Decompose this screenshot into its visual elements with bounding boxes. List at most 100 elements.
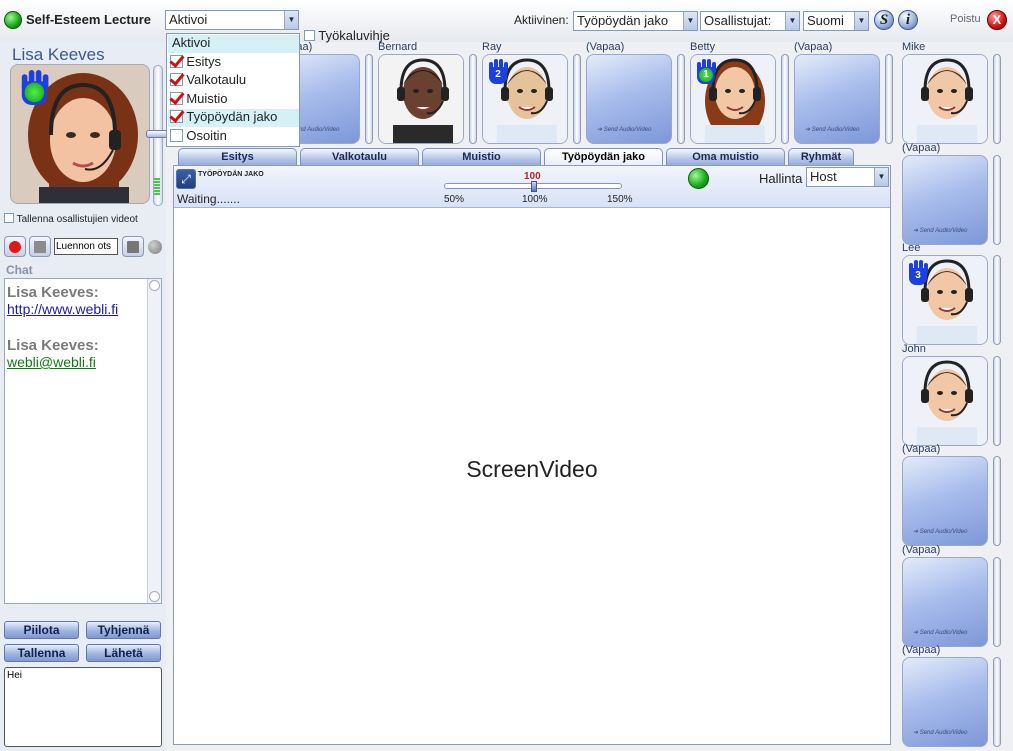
empty-video-slot[interactable]: ➔ Send Audio/Video bbox=[902, 657, 988, 747]
tab-desktop-sharing[interactable]: Työpöydän jako bbox=[544, 148, 663, 166]
exit-button[interactable]: X bbox=[987, 10, 1007, 30]
checkbox-checked-icon[interactable] bbox=[170, 92, 183, 105]
activate-dropdown-list: Aktivoi Esitys Valkotaulu Muistio Työpöy… bbox=[166, 33, 300, 147]
dropdown-item-label: Aktivoi bbox=[172, 35, 211, 50]
dropdown-item-whiteboard[interactable]: Valkotaulu bbox=[168, 72, 299, 90]
participant-video[interactable]: 2 bbox=[482, 54, 568, 144]
participant-slot: (Vapaa) ➔ Send Audio/Video bbox=[900, 142, 1004, 247]
chat-input[interactable] bbox=[4, 667, 162, 747]
participant-video[interactable] bbox=[902, 54, 988, 144]
dropdown-item-activate[interactable]: Aktivoi bbox=[168, 35, 299, 53]
participant-video[interactable] bbox=[902, 355, 988, 446]
empty-video-slot[interactable]: ➔ Send Audio/Video bbox=[902, 556, 988, 647]
send-audio-video-link[interactable]: ➔ Send Audio/Video bbox=[597, 126, 651, 133]
send-audio-video-label: Send Audio/Video bbox=[919, 629, 968, 636]
participant-volume-slider[interactable] bbox=[365, 54, 373, 144]
language-select[interactable]: Suomi ▼ bbox=[803, 11, 869, 31]
participant-slot: (Vapaa) ➔ Send Audio/Video bbox=[900, 544, 1004, 649]
dropdown-item-pointer[interactable]: Osoitin bbox=[168, 128, 299, 146]
chat-scrollbar[interactable] bbox=[147, 279, 161, 603]
participant-volume-slider[interactable] bbox=[677, 54, 685, 144]
info-button[interactable]: i bbox=[898, 10, 918, 30]
record-videos-checkbox[interactable] bbox=[4, 213, 14, 223]
send-audio-video-link[interactable]: ➔ Send Audio/Video bbox=[913, 227, 967, 234]
participants-select[interactable]: Osallistujat: ▼ bbox=[700, 11, 800, 31]
zoom-slider-handle[interactable] bbox=[531, 181, 537, 192]
chevron-down-icon: ▼ bbox=[874, 168, 888, 186]
participant-slot: Betty 1 bbox=[688, 41, 792, 146]
tab-whiteboard[interactable]: Valkotaulu bbox=[300, 148, 419, 165]
participant-video[interactable]: 1 bbox=[690, 54, 776, 144]
send-audio-video-link[interactable]: ➔ Send Audio/Video bbox=[805, 126, 859, 133]
save-chat-button[interactable]: Tallenna bbox=[4, 644, 79, 662]
chat-author: Lisa Keeves: bbox=[7, 337, 99, 354]
tab-notes[interactable]: Muistio bbox=[422, 148, 541, 165]
participant-volume-slider[interactable] bbox=[573, 54, 581, 144]
left-panel: Lisa Keeves Tallenna osallistujien video… bbox=[0, 42, 168, 751]
tab-bar: Esitys Valkotaulu Muistio Työpöydän jako… bbox=[178, 148, 898, 166]
active-tool-select[interactable]: Työpöydän jako ▼ bbox=[573, 11, 698, 31]
dropdown-item-label: Esitys bbox=[186, 54, 222, 69]
send-audio-video-link[interactable]: ➔ Send Audio/Video bbox=[913, 528, 967, 535]
send-chat-button[interactable]: Lähetä bbox=[86, 644, 161, 662]
tab-presentation[interactable]: Esitys bbox=[178, 148, 297, 165]
checkbox-checked-icon[interactable] bbox=[170, 110, 183, 123]
stop-button[interactable] bbox=[29, 236, 51, 257]
tooltips-checkbox[interactable] bbox=[304, 30, 315, 41]
chat-link[interactable]: http://www.webli.fi bbox=[7, 301, 147, 317]
scroll-up-icon[interactable] bbox=[149, 280, 160, 291]
send-audio-video-link[interactable]: ➔ Send Audio/Video bbox=[913, 629, 967, 636]
participant-face-image bbox=[379, 55, 463, 143]
empty-video-slot[interactable]: ➔ Send Audio/Video bbox=[902, 456, 988, 546]
record-videos-option[interactable]: Tallenna osallistujien videot bbox=[4, 213, 138, 225]
checkbox-checked-icon[interactable] bbox=[170, 55, 183, 68]
participant-face-image bbox=[903, 356, 987, 445]
scroll-down-icon[interactable] bbox=[149, 591, 160, 602]
send-audio-video-label: Send Audio/Video bbox=[919, 227, 968, 234]
activate-select[interactable]: Aktivoi ▼ bbox=[165, 10, 299, 30]
lecture-title-input[interactable] bbox=[54, 238, 118, 255]
participant-volume-slider[interactable] bbox=[993, 54, 1001, 144]
expand-icon[interactable]: ⤢ bbox=[176, 169, 196, 189]
floppy-icon bbox=[127, 241, 139, 253]
share-toolbar: ⤢ TYÖPÖYDÄN JAKO Waiting....... 100 50% … bbox=[174, 166, 890, 208]
save-recording-button[interactable] bbox=[122, 236, 144, 257]
empty-video-slot[interactable]: ➔ Send Audio/Video bbox=[586, 54, 672, 144]
participant-volume-slider[interactable] bbox=[885, 54, 893, 144]
tab-groups[interactable]: Ryhmät bbox=[788, 148, 854, 165]
tab-own-notes[interactable]: Oma muistio bbox=[666, 148, 785, 165]
participant-volume-slider[interactable] bbox=[469, 54, 477, 144]
chat-link[interactable]: webli@webli.fi bbox=[7, 354, 147, 370]
participant-volume-slider[interactable] bbox=[781, 54, 789, 144]
participant-slot: (Vapaa) ➔ Send Audio/Video bbox=[900, 644, 1004, 749]
participant-volume-slider[interactable] bbox=[993, 355, 1001, 446]
participant-volume-slider[interactable] bbox=[993, 456, 1001, 546]
empty-video-slot[interactable]: ➔ Send Audio/Video bbox=[794, 54, 880, 144]
s-button[interactable]: S bbox=[874, 10, 894, 30]
participant-volume-slider[interactable] bbox=[993, 154, 1001, 245]
hide-chat-button[interactable]: Piilota bbox=[4, 621, 79, 639]
empty-video-slot[interactable]: ➔ Send Audio/Video bbox=[902, 154, 988, 245]
participant-volume-slider[interactable] bbox=[993, 657, 1001, 747]
dropdown-item-notes[interactable]: Muistio bbox=[168, 91, 299, 109]
zoom-slider[interactable] bbox=[444, 181, 622, 192]
control-select[interactable]: Host ▼ bbox=[806, 167, 889, 187]
clear-chat-button[interactable]: Tyhjennä bbox=[86, 621, 161, 639]
record-button[interactable] bbox=[4, 236, 26, 257]
stop-icon bbox=[34, 241, 46, 253]
tooltips-toggle[interactable]: Työkaluvihje bbox=[304, 28, 390, 43]
send-audio-video-link[interactable]: ➔ Send Audio/Video bbox=[913, 729, 967, 736]
status-indicator-icon bbox=[4, 11, 22, 29]
participant-volume-slider[interactable] bbox=[993, 255, 1001, 345]
share-status: Waiting....... bbox=[177, 192, 240, 206]
slider-handle[interactable] bbox=[146, 130, 168, 138]
checkbox-unchecked-icon[interactable] bbox=[170, 129, 183, 142]
dropdown-item-presentation[interactable]: Esitys bbox=[168, 54, 299, 72]
participant-slot: Bernard bbox=[376, 41, 480, 146]
dropdown-item-desktop-sharing[interactable]: Työpöydän jako bbox=[168, 109, 299, 127]
participant-video[interactable]: 3 bbox=[902, 255, 988, 345]
checkbox-checked-icon[interactable] bbox=[170, 73, 183, 86]
participant-video[interactable] bbox=[378, 54, 464, 144]
participant-slot: Lee 3 bbox=[900, 242, 1004, 347]
participant-volume-slider[interactable] bbox=[993, 556, 1001, 647]
